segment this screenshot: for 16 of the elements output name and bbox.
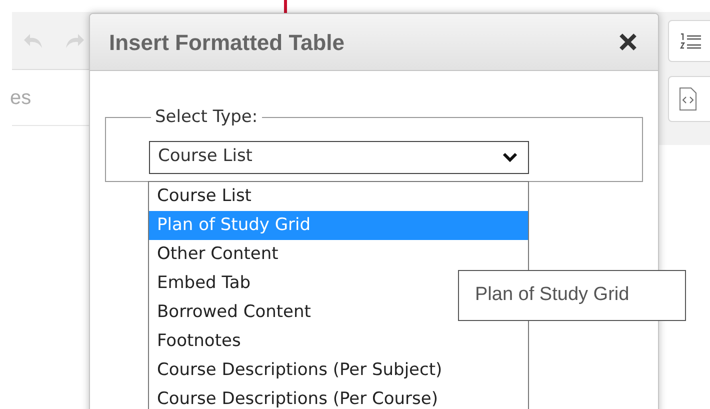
dropdown-option[interactable]: Footnotes (149, 327, 528, 356)
dialog-title: Insert Formatted Table (109, 28, 345, 56)
tooltip: Plan of Study Grid (458, 270, 686, 321)
code-file-icon (679, 87, 697, 111)
dropdown-option[interactable]: Course List (149, 182, 528, 211)
chevron-down-icon (502, 152, 518, 162)
numbered-list-icon (679, 31, 701, 51)
dropdown-option[interactable]: Course Descriptions (Per Course) (149, 385, 528, 409)
dropdown-option[interactable]: Other Content (149, 240, 528, 269)
source-code-button[interactable] (668, 76, 710, 122)
fieldset-legend: Select Type: (151, 105, 262, 130)
numbered-list-button[interactable] (668, 20, 710, 62)
editor-label: es (10, 86, 32, 110)
dropdown-option[interactable]: Course Descriptions (Per Subject) (149, 356, 528, 385)
close-icon (618, 32, 638, 52)
type-select[interactable]: Course List (149, 140, 529, 174)
